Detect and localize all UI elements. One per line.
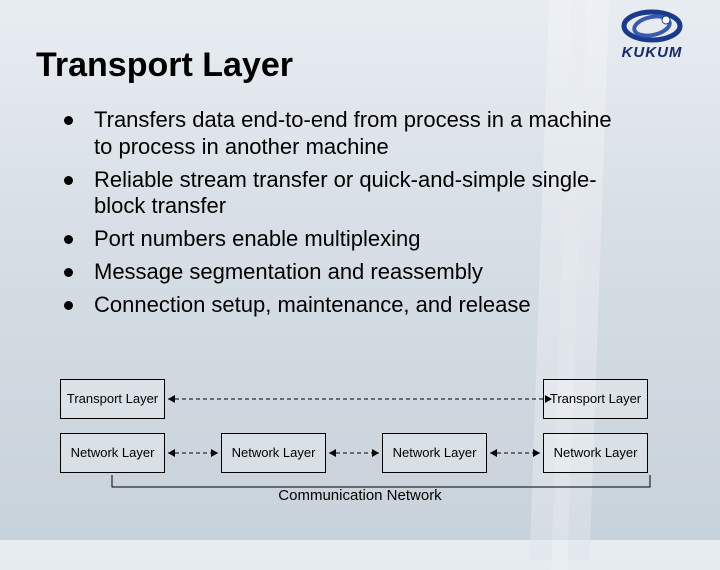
slide-container: KUKUM Transport Layer Transfers data end… <box>0 0 720 540</box>
bullet-item: Message segmentation and reassembly <box>64 259 624 286</box>
logo-swirl-icon <box>620 6 684 46</box>
network-layer-box: Network Layer <box>60 433 165 473</box>
bullet-item: Port numbers enable multiplexing <box>64 226 624 253</box>
bullet-list: Transfers data end-to-end from process i… <box>64 107 624 319</box>
bullet-item: Reliable stream transfer or quick-and-si… <box>64 167 624 221</box>
logo: KUKUM <box>602 6 702 61</box>
transport-layer-box-left: Transport Layer <box>60 379 165 419</box>
diagram-spacer <box>221 379 326 419</box>
transport-row: Transport Layer Transport Layer <box>60 379 660 419</box>
network-layer-box: Network Layer <box>543 433 648 473</box>
slide-title: Transport Layer <box>36 46 684 85</box>
diagram-caption: Communication Network <box>60 487 660 504</box>
layer-diagram: Transport Layer Transport Layer Network … <box>60 379 660 504</box>
network-layer-box: Network Layer <box>382 433 487 473</box>
bullet-item: Transfers data end-to-end from process i… <box>64 107 624 161</box>
bullet-item: Connection setup, maintenance, and relea… <box>64 292 624 319</box>
network-layer-box: Network Layer <box>221 433 326 473</box>
transport-layer-box-right: Transport Layer <box>543 379 648 419</box>
diagram-spacer <box>382 379 487 419</box>
logo-text: KUKUM <box>602 44 702 61</box>
network-row: Network Layer Network Layer Network Laye… <box>60 433 660 473</box>
